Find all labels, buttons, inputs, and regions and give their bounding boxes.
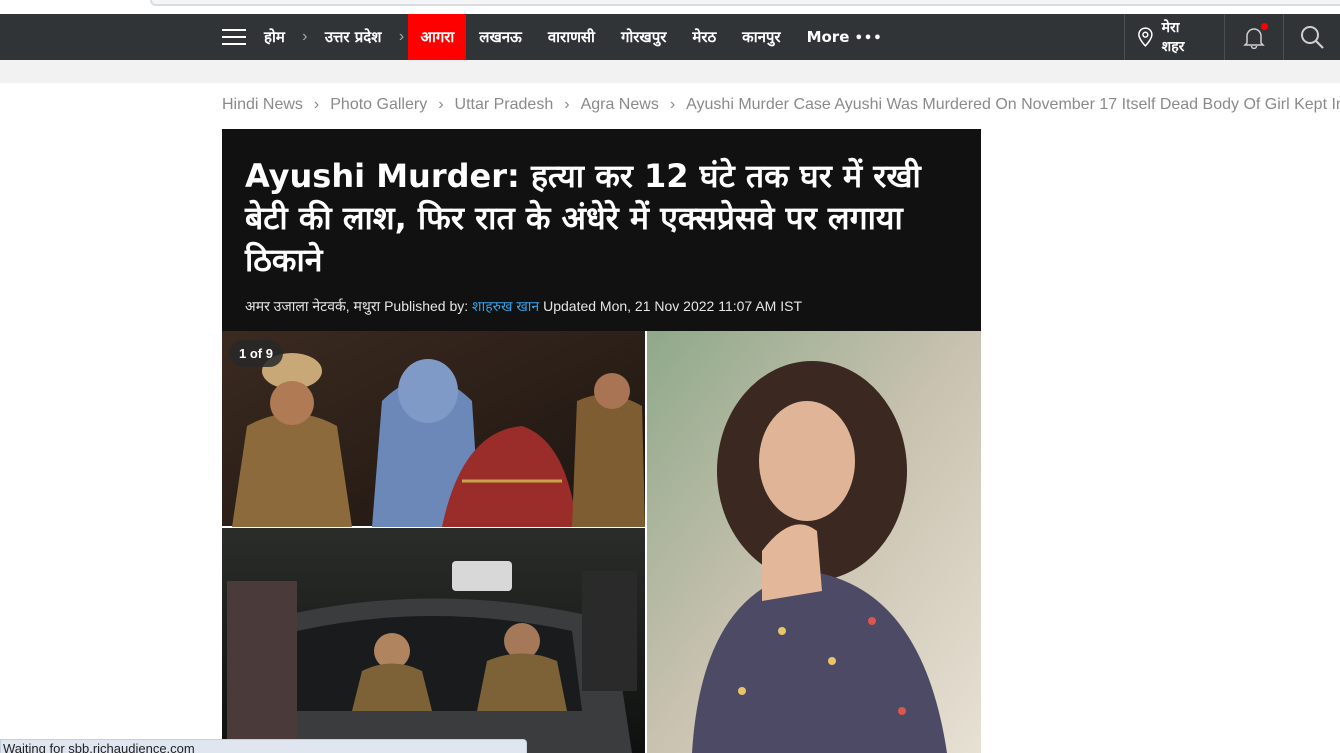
breadcrumb-separator: › <box>313 96 320 113</box>
browser-top-strip <box>0 0 1340 14</box>
nav-city-lucknow[interactable]: लखनऊ <box>466 14 535 60</box>
breadcrumb-separator: › <box>438 96 444 113</box>
more-label: More <box>806 28 850 46</box>
nav-separator: › <box>398 28 405 45</box>
notification-dot <box>1260 23 1268 30</box>
browser-status-bar: Waiting for sbb.richaudience.com <box>0 739 527 753</box>
nav-separator: › <box>302 28 308 45</box>
breadcrumb-separator: › <box>564 96 570 113</box>
notification-button[interactable] <box>1225 14 1283 60</box>
nav-home[interactable]: होम <box>264 14 298 60</box>
nav-more[interactable]: More ••• <box>794 14 896 60</box>
nav-city-varanasi[interactable]: वाराणसी <box>535 14 608 60</box>
gallery-photo-collage <box>222 331 981 753</box>
breadcrumb: Hindi News › Photo Gallery › Uttar Pradesh › A… <box>222 96 1340 114</box>
search-icon <box>1300 26 1324 49</box>
hamburger-menu-icon[interactable] <box>222 14 248 60</box>
updated-time: Updated Mon, 21 Nov 2022 11:07 AM IST <box>543 298 802 314</box>
gallery-image[interactable]: 1 of 9 <box>222 331 981 753</box>
author-link[interactable]: शाहरुख खान <box>472 298 539 314</box>
sub-header-strip <box>0 60 1340 83</box>
gallery-counter: 1 of 9 <box>229 340 283 367</box>
my-city-button[interactable]: मेरा शहर <box>1125 14 1224 60</box>
nav-city-meerut[interactable]: मेरठ <box>679 14 729 60</box>
breadcrumb-uttar-pradesh[interactable]: Uttar Pradesh <box>455 96 554 113</box>
nav-city-gorakhpur[interactable]: गोरखपुर <box>608 14 679 60</box>
breadcrumb-photo-gallery[interactable]: Photo Gallery <box>330 96 427 113</box>
breadcrumb-current: Ayushi Murder Case Ayushi Was Murdered O… <box>686 96 1340 113</box>
article-header: Ayushi Murder: हत्या कर 12 घंटे तक घर मे… <box>222 129 981 331</box>
article-source: अमर उजाला नेटवर्क, मथुरा <box>245 298 381 314</box>
nav-links: होम › उत्तर प्रदेश › आगरा लखनऊ वाराणसी ग… <box>222 14 896 60</box>
article-headline: Ayushi Murder: हत्या कर 12 घंटे तक घर मे… <box>245 157 921 279</box>
my-city-label: मेरा शहर <box>1161 20 1185 55</box>
search-button[interactable] <box>1284 14 1340 60</box>
nav-state[interactable]: उत्तर प्रदेश <box>312 14 395 60</box>
breadcrumb-agra-news[interactable]: Agra News <box>581 96 659 113</box>
breadcrumb-separator: › <box>669 96 676 113</box>
article-meta: अमर उजाला नेटवर्क, मथुरा Published by: श… <box>245 297 802 316</box>
published-by-label: Published by: <box>384 298 469 314</box>
more-dots-icon: ••• <box>854 31 883 46</box>
address-bar-edge <box>150 0 1340 6</box>
main-navbar: होम › उत्तर प्रदेश › आगरा लखनऊ वाराणसी ग… <box>0 14 1340 60</box>
nav-city-agra[interactable]: आगरा <box>408 14 467 60</box>
nav-city-kanpur[interactable]: कानपुर <box>729 14 793 60</box>
breadcrumb-hindi-news[interactable]: Hindi News <box>222 96 303 113</box>
location-pin-icon <box>1138 27 1153 47</box>
nav-right-tools: मेरा शहर <box>1124 14 1340 60</box>
